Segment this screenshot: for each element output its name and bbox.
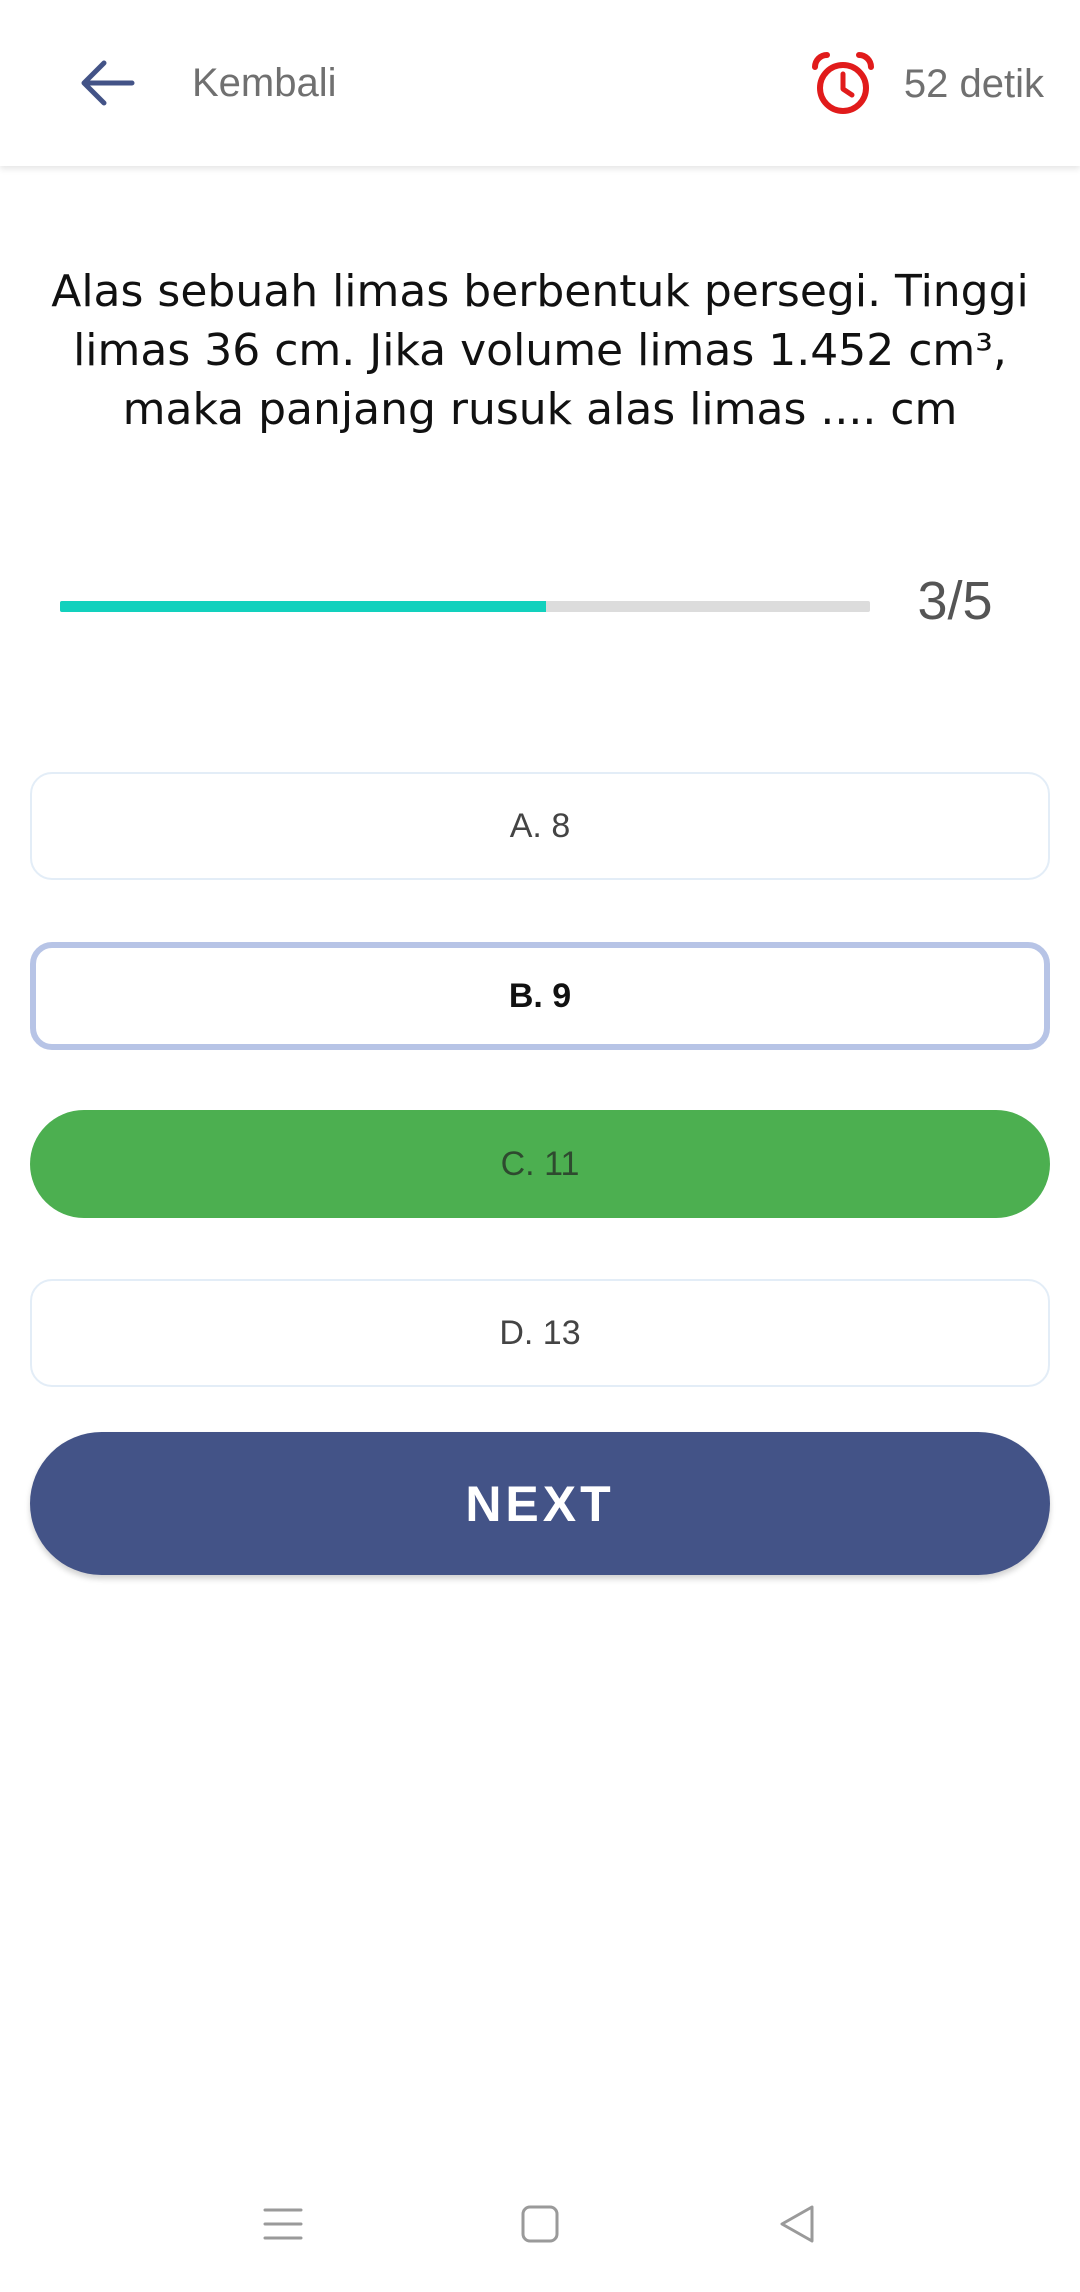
option-d[interactable]: D. 13 xyxy=(30,1279,1050,1387)
menu-icon xyxy=(263,2207,303,2246)
back-triangle-icon xyxy=(777,2204,817,2249)
timer: 52 detik xyxy=(808,42,1044,126)
progress-fill xyxy=(60,601,546,612)
next-button[interactable]: NEXT xyxy=(30,1432,1050,1575)
home-square-icon xyxy=(520,2204,560,2249)
progress-bar xyxy=(60,601,870,612)
nav-home-button[interactable] xyxy=(495,2186,585,2266)
alarm-clock-icon xyxy=(808,49,878,119)
nav-back-button[interactable] xyxy=(752,2186,842,2266)
progress-count: 3/5 xyxy=(917,571,993,631)
back-label: Kembali xyxy=(192,60,337,105)
arrow-left-icon xyxy=(80,38,160,128)
top-bar: Kembali 52 detik xyxy=(0,0,1080,166)
question-text: Alas sebuah limas berbentuk persegi. Tin… xyxy=(51,266,1029,435)
quiz-screen: Kembali 52 detik Alas sebuah limas berbe… xyxy=(0,0,1080,2292)
nav-recents-button[interactable] xyxy=(238,2186,328,2266)
option-b[interactable]: B. 9 xyxy=(30,942,1050,1050)
option-a[interactable]: A. 8 xyxy=(30,772,1050,880)
timer-label: 52 detik xyxy=(903,61,1044,106)
back-button[interactable]: Kembali xyxy=(80,38,460,128)
option-c[interactable]: C. 11 xyxy=(30,1110,1050,1218)
